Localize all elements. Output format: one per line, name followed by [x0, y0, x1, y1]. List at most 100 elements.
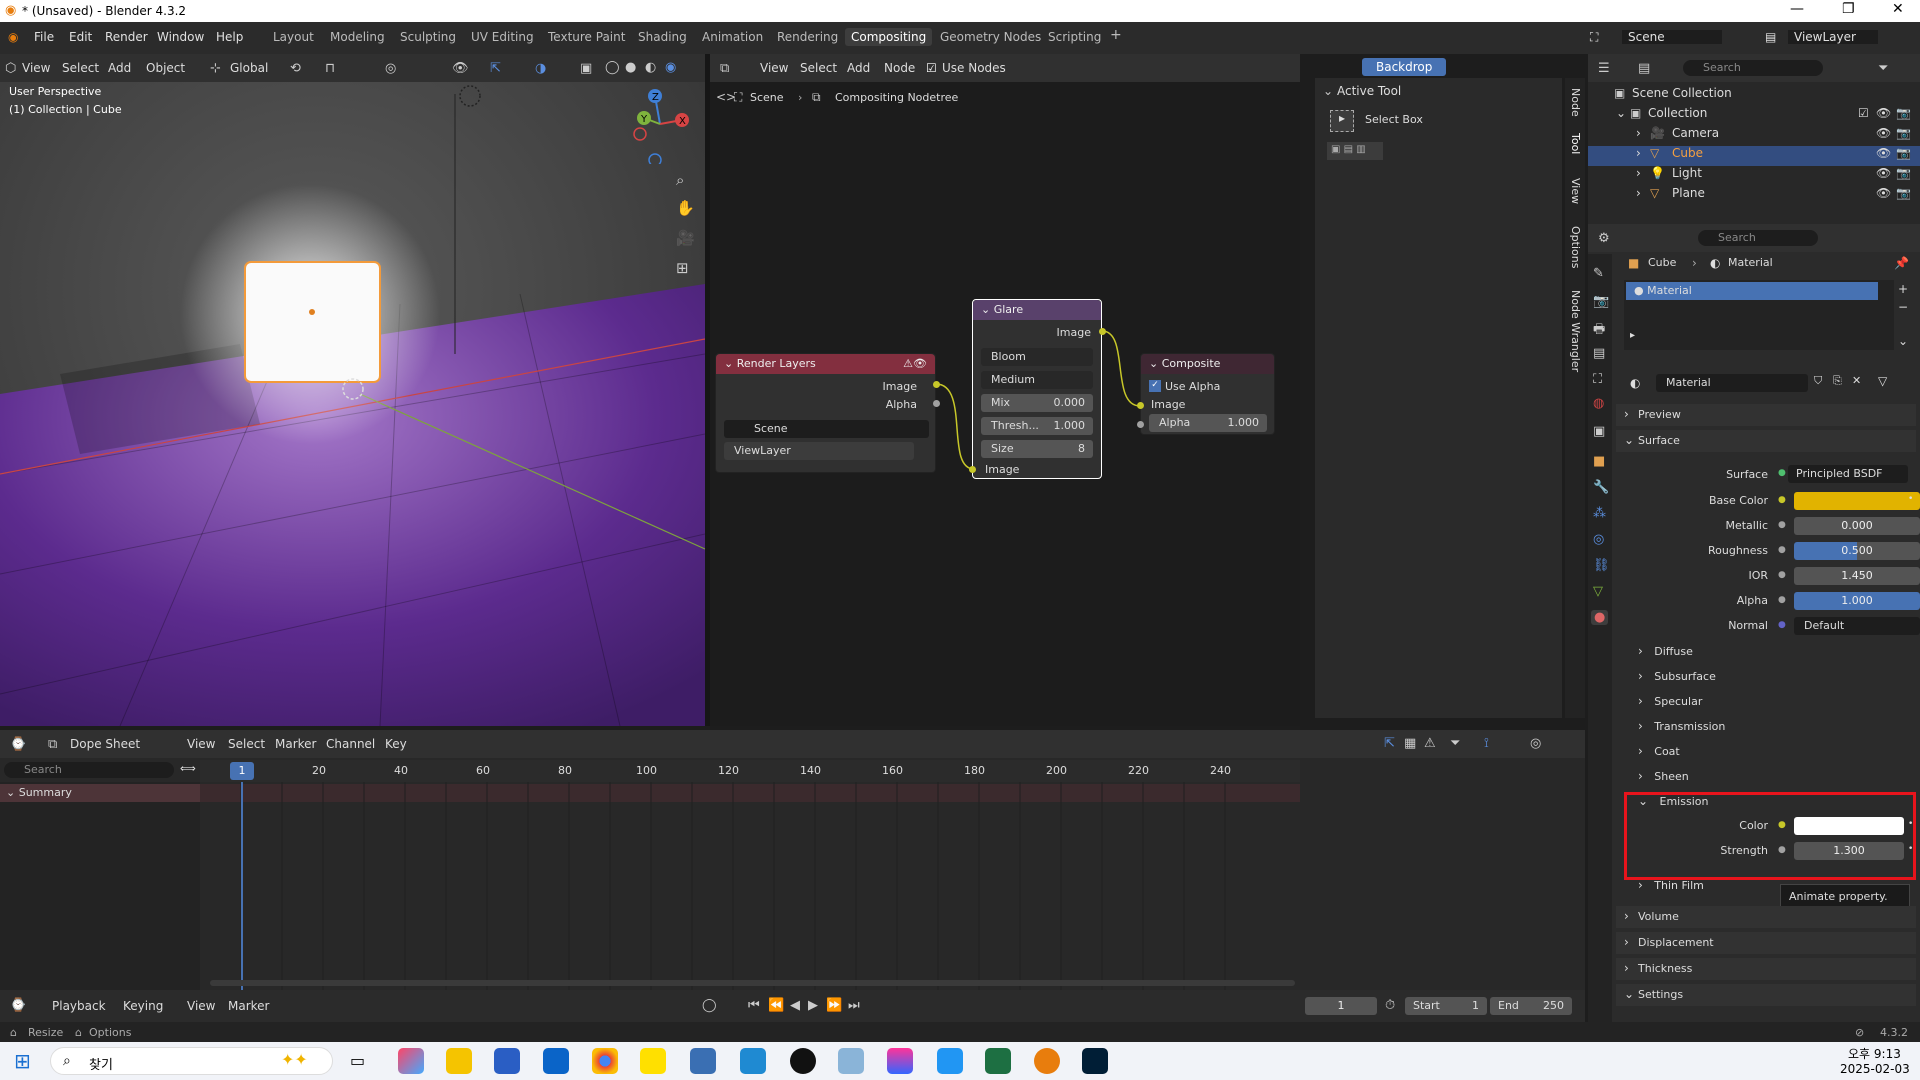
add-slot-icon[interactable]: +	[1898, 282, 1908, 296]
expand-icon[interactable]: ›	[1636, 126, 1641, 140]
store-icon[interactable]	[494, 1048, 520, 1074]
menu-edit[interactable]: Edit	[69, 30, 92, 44]
menu-file[interactable]: File	[34, 30, 54, 44]
composite-node[interactable]: ⌄ Composite ✓ Use Alpha Image Alpha 1.000	[1140, 353, 1275, 435]
app-icon[interactable]	[937, 1048, 963, 1074]
glare-mix-field[interactable]: Mix 0.000	[981, 394, 1093, 412]
viewport-menu-add[interactable]: Add	[108, 61, 131, 75]
subpanel-emission[interactable]: ⌄ Emission	[1638, 794, 1708, 808]
current-frame-indicator[interactable]: 1	[230, 762, 254, 780]
render-layers-node[interactable]: ⌄ Render Layers ⚠👁 Image Alpha Scene Vie…	[715, 353, 936, 473]
eye-icon[interactable]: 👁	[1876, 126, 1891, 140]
play-icon[interactable]: ▶	[808, 998, 818, 1013]
tab-view[interactable]: View	[1569, 178, 1582, 204]
tab-node[interactable]: Node	[1569, 88, 1582, 117]
tab-scripting[interactable]: Scripting	[1048, 30, 1101, 44]
glare-size-field[interactable]: Size 8	[981, 440, 1093, 458]
displacement-panel-header[interactable]: › Displacement	[1616, 932, 1916, 954]
subpanel-transmission[interactable]: › Transmission	[1638, 719, 1725, 733]
timeline-editor-icon[interactable]: ⌚	[10, 998, 26, 1013]
modifier-tab-icon[interactable]: 🔧	[1593, 480, 1609, 495]
wireframe-shading-icon[interactable]: ◯	[605, 60, 620, 75]
overlay-icon[interactable]: ◑	[535, 61, 546, 76]
emission-strength-field[interactable]: 1.300	[1794, 842, 1904, 860]
volume-panel-header[interactable]: › Volume	[1616, 906, 1916, 928]
properties-search-input[interactable]: Search	[1698, 230, 1818, 246]
scene-tab-icon[interactable]: ⛶	[1593, 372, 1602, 387]
ortho-grid-icon[interactable]: ⊞	[676, 259, 689, 277]
visibility-icon[interactable]: 👁	[452, 61, 469, 76]
glare-type-dropdown[interactable]: Bloom	[981, 348, 1093, 366]
dope-sheet[interactable]: ⌚ ⧉ Dope Sheet View Select Marker Channe…	[0, 730, 1585, 1002]
display-mode-icon[interactable]: ▤	[1638, 61, 1650, 76]
pan-hand-icon[interactable]: ✋	[676, 199, 695, 217]
frame-ruler[interactable]: 1 20 40 60 80 100 120 140 160 180 200 22…	[200, 760, 1300, 782]
camera-view-icon[interactable]: 🎥	[676, 229, 695, 247]
restore-icon[interactable]: ❐	[1842, 1, 1855, 17]
render-image-socket[interactable]	[933, 381, 940, 388]
xray-icon[interactable]: ▣	[580, 61, 592, 76]
dopesheet-editor-icon[interactable]: ⌚	[10, 737, 26, 752]
add-workspace-icon[interactable]: +	[1110, 27, 1122, 43]
eye-icon[interactable]: 👁	[1876, 186, 1891, 200]
list-expand-icon[interactable]: ▸	[1630, 330, 1635, 341]
dopesheet-menu-select[interactable]: Select	[228, 737, 265, 751]
object-tab-icon[interactable]: ■	[1593, 454, 1605, 469]
snap-icon[interactable]: ⊓	[325, 61, 335, 76]
base-color-swatch[interactable]	[1794, 492, 1920, 510]
solid-shading-icon[interactable]: ●	[625, 60, 636, 75]
compositor-node-editor[interactable]: ⧉ View Select Add Node ☑ Use Nodes Backd…	[710, 54, 1447, 726]
dopesheet-menu-view[interactable]: View	[187, 737, 215, 751]
collection-tab-icon[interactable]: ▣	[1593, 424, 1605, 439]
file-explorer-icon[interactable]	[446, 1048, 472, 1074]
view-layer-field[interactable]: ViewLayer	[724, 442, 914, 460]
jump-start-icon[interactable]: ⏮	[748, 998, 760, 1013]
3d-viewport[interactable]: ⬡ View Select Add Object ⊹ Global ⟲ ⊓ ◎ …	[0, 54, 705, 726]
surface-panel-header[interactable]: ⌄ Surface	[1616, 430, 1916, 452]
tab-geometry-nodes[interactable]: Geometry Nodes	[940, 30, 1041, 44]
menu-render[interactable]: Render	[105, 30, 148, 44]
vscode-icon[interactable]	[740, 1048, 766, 1074]
surface-shader-dropdown[interactable]: Principled BSDF	[1788, 465, 1908, 483]
pivot-icon[interactable]: ⟲	[290, 61, 301, 76]
glare-threshold-field[interactable]: Thresh... 1.000	[981, 417, 1093, 435]
collapse-chevron-icon[interactable]: ⌄	[1149, 357, 1158, 370]
tab-rendering[interactable]: Rendering	[777, 30, 838, 44]
filter-icon[interactable]: ⏷	[1450, 736, 1460, 751]
expand-icon[interactable]: ›	[1636, 166, 1641, 180]
preview-panel-header[interactable]: › Preview	[1616, 404, 1916, 426]
link-type-icon[interactable]: ▽	[1878, 374, 1887, 388]
outliner-search-input[interactable]: Search	[1683, 60, 1823, 76]
orientation-dropdown[interactable]: Global	[230, 61, 268, 75]
timeline-menu-playback[interactable]: Playback	[52, 999, 106, 1013]
blender-menu-icon[interactable]: ◉	[8, 30, 18, 44]
outliner-type-icon[interactable]: ☰	[1598, 61, 1610, 76]
physics-tab-icon[interactable]: ◎	[1593, 532, 1604, 547]
jump-end-icon[interactable]: ⏭	[848, 998, 860, 1013]
glare-header[interactable]: ⌄ Glare	[973, 300, 1101, 320]
calculator-icon[interactable]	[690, 1048, 716, 1074]
zoom-icon[interactable]: ⌕	[676, 171, 684, 189]
stopwatch-icon[interactable]: ⏱	[1385, 998, 1395, 1013]
composite-alpha-socket[interactable]	[1137, 421, 1144, 428]
subpanel-diffuse[interactable]: › Diffuse	[1638, 644, 1693, 658]
only-errors-icon[interactable]: ⚠	[1424, 736, 1436, 751]
duplicate-icon[interactable]: ⎘	[1833, 374, 1842, 388]
timeline-menu-view[interactable]: View	[187, 999, 215, 1013]
play-reverse-icon[interactable]: ◀	[790, 998, 800, 1013]
emission-color-swatch[interactable]	[1794, 817, 1904, 835]
minimize-icon[interactable]: —	[1790, 1, 1804, 17]
filter-icon[interactable]: ⏷	[1878, 61, 1888, 76]
outlook-icon[interactable]	[543, 1048, 569, 1074]
subpanel-specular[interactable]: › Specular	[1638, 694, 1702, 708]
expand-icon[interactable]: ›	[1636, 186, 1641, 200]
material-slot-list[interactable]: ● Material ▸	[1624, 280, 1894, 350]
timeline-menu-keying[interactable]: Keying	[123, 999, 163, 1013]
camera-render-icon[interactable]: 📷	[1896, 146, 1911, 160]
photoshop-icon[interactable]	[1082, 1048, 1108, 1074]
material-shading-icon[interactable]: ◐	[645, 60, 656, 75]
world-tab-icon[interactable]: ◍	[1593, 396, 1604, 411]
material-browse-icon[interactable]: ◐	[1630, 376, 1640, 390]
viewport-menu-view[interactable]: View	[22, 61, 50, 75]
composite-header[interactable]: ⌄ Composite	[1141, 354, 1274, 374]
